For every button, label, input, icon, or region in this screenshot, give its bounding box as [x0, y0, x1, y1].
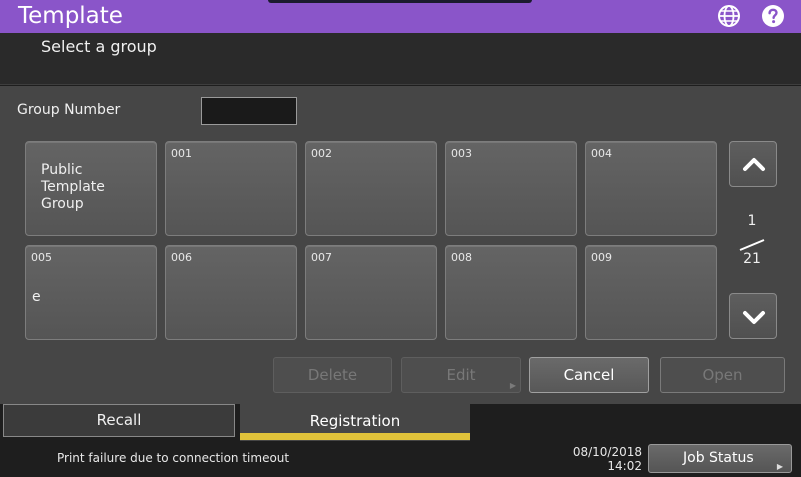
status-message: Print failure due to connection timeout [57, 451, 290, 465]
group-number: 007 [311, 251, 332, 264]
app-title: Template [18, 3, 123, 29]
status-date: 08/10/2018 [572, 445, 642, 459]
tile-group-008[interactable]: 008 [445, 245, 577, 340]
status-time: 14:02 [607, 459, 642, 473]
group-name: e [32, 289, 41, 305]
public-group-label: Public Template Group [41, 162, 105, 212]
group-number: 005 [31, 251, 52, 264]
tile-group-007[interactable]: 007 [305, 245, 437, 340]
group-selection-panel: Group Number Public Template Group 001 0… [0, 86, 801, 404]
tab-recall[interactable]: Recall [3, 404, 235, 437]
tile-group-009[interactable]: 009 [585, 245, 717, 340]
group-number-input[interactable] [201, 97, 297, 125]
help-icon[interactable] [761, 4, 785, 28]
tile-group-002[interactable]: 002 [305, 141, 437, 236]
page-separator [739, 239, 765, 251]
globe-icon[interactable] [717, 4, 741, 28]
cancel-button[interactable]: Cancel [529, 357, 649, 393]
group-number: 001 [171, 147, 192, 160]
delete-button[interactable]: Delete [273, 357, 392, 393]
group-number: 009 [591, 251, 612, 264]
instruction-bar: Select a group [0, 33, 801, 85]
page-total: 21 [743, 251, 761, 267]
active-tab-indicator [240, 433, 470, 440]
job-status-button[interactable]: Job Status ▶ [648, 444, 792, 473]
tile-group-005[interactable]: 005 e [25, 245, 157, 340]
status-bar: Print failure due to connection timeout … [0, 441, 801, 477]
tile-group-001[interactable]: 001 [165, 141, 297, 236]
edit-button[interactable]: Edit ▶ [401, 357, 521, 393]
page-down-button[interactable] [729, 293, 777, 339]
page-current: 1 [747, 213, 757, 229]
header-notch [268, 0, 532, 3]
chevron-up-icon [743, 158, 765, 171]
submenu-arrow-icon: ▶ [509, 381, 516, 390]
group-number: 004 [591, 147, 612, 160]
instruction-text: Select a group [41, 37, 157, 56]
tile-group-003[interactable]: 003 [445, 141, 577, 236]
tile-public-template-group[interactable]: Public Template Group [25, 141, 157, 236]
page-up-button[interactable] [729, 141, 777, 187]
tile-group-006[interactable]: 006 [165, 245, 297, 340]
group-number: 008 [451, 251, 472, 264]
title-bar: Template [0, 0, 801, 33]
chevron-down-icon [743, 311, 765, 324]
tile-group-004[interactable]: 004 [585, 141, 717, 236]
group-number: 003 [451, 147, 472, 160]
submenu-arrow-icon: ▶ [776, 462, 783, 471]
group-number-label: Group Number [17, 102, 121, 118]
group-number: 002 [311, 147, 332, 160]
open-button[interactable]: Open [660, 357, 785, 393]
group-number: 006 [171, 251, 192, 264]
